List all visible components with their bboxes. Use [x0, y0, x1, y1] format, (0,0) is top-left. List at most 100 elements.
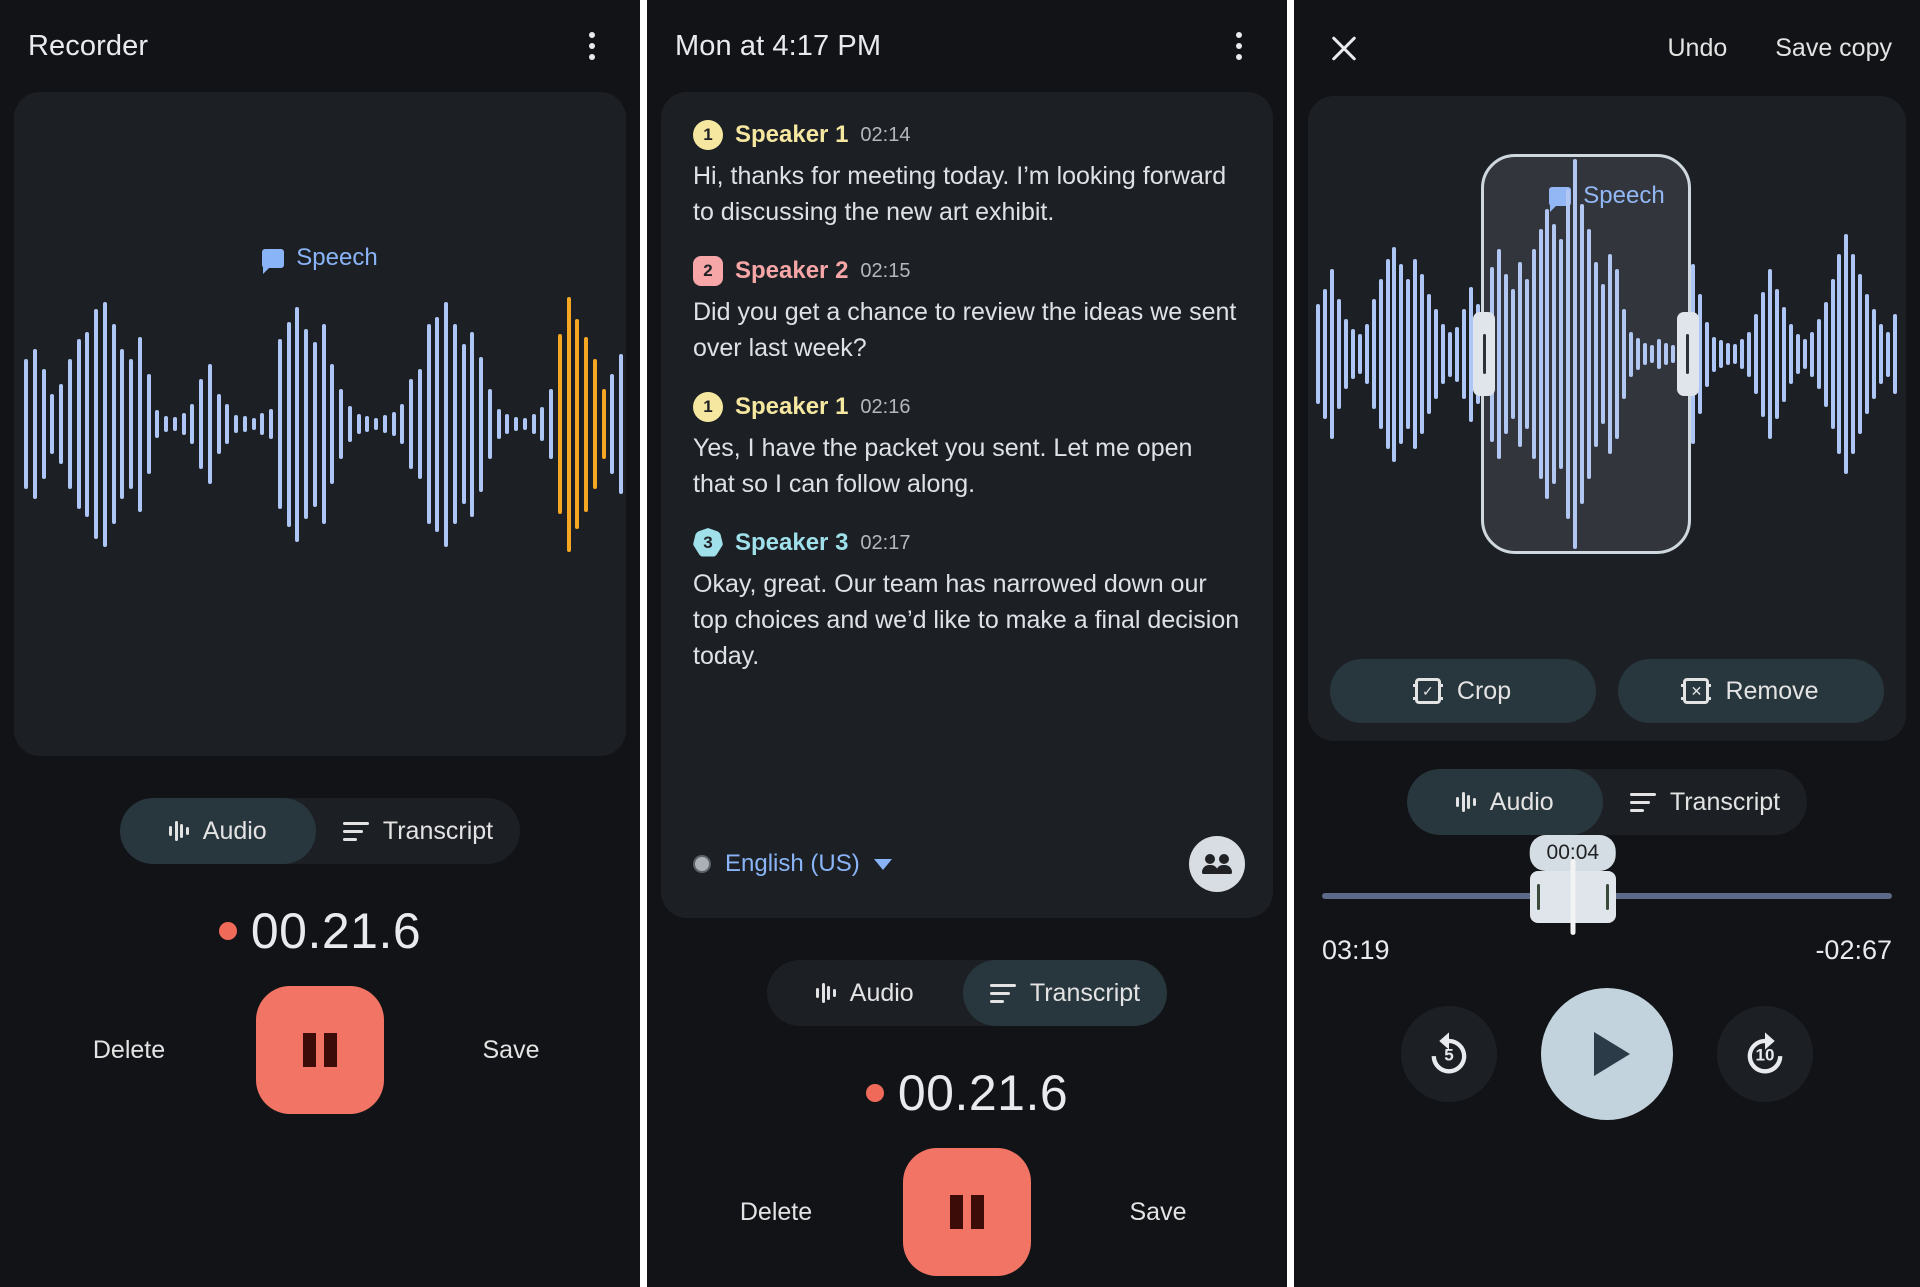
save-button[interactable]: Save — [456, 1036, 566, 1065]
waveform-bar — [514, 417, 518, 431]
waveform-bar — [1406, 279, 1411, 429]
undo-button[interactable]: Undo — [1667, 34, 1727, 63]
replay-5-button[interactable]: 5 — [1401, 1006, 1497, 1102]
waveform-bar — [1343, 319, 1348, 389]
waveform-bar — [234, 415, 238, 433]
tab-transcript[interactable]: Transcript — [963, 960, 1167, 1026]
tab-audio[interactable]: Audio — [120, 798, 316, 864]
waveform-bar — [137, 336, 142, 512]
waveform-bar — [24, 359, 28, 489]
waveform-bar — [32, 349, 37, 499]
waveform-bar — [1872, 309, 1877, 399]
remove-film-icon: ✕ — [1681, 678, 1712, 704]
waveform-bar — [1434, 309, 1439, 399]
waveform-bar — [1893, 314, 1898, 394]
play-icon — [1593, 1032, 1630, 1076]
speaker-badge: 1 — [693, 120, 723, 150]
remove-button[interactable]: ✕ Remove — [1618, 659, 1884, 723]
timer-value: 00.21.6 — [897, 1065, 1069, 1121]
recording-indicator-dot — [218, 922, 237, 940]
waveform-bar — [1802, 339, 1807, 369]
waveform-bar — [584, 336, 588, 512]
tab-audio[interactable]: Audio — [1407, 769, 1603, 835]
waveform-bar — [1844, 234, 1849, 474]
chevron-down-icon[interactable] — [873, 858, 892, 870]
waveform-bar — [1761, 291, 1765, 417]
play-button[interactable] — [1541, 988, 1673, 1120]
waveform-bar — [172, 417, 177, 431]
waveform-bar — [1809, 331, 1814, 377]
editor-waveform-card: Speech ✓ Crop ✕ Remove — [1308, 96, 1906, 741]
timer-value: 00.21.6 — [250, 903, 422, 959]
waveform-bar — [50, 394, 55, 454]
language-selector-label[interactable]: English (US) — [725, 850, 860, 878]
waveform-bar — [1886, 331, 1891, 377]
waveform-bar — [129, 359, 133, 489]
waveform-bar — [470, 331, 475, 517]
tab-audio-label: Audio — [1489, 787, 1554, 816]
delete-button[interactable]: Delete — [74, 1036, 184, 1065]
tab-transcript-label: Transcript — [1029, 978, 1141, 1007]
tab-transcript-label: Transcript — [1669, 787, 1781, 816]
scrubber-playhead[interactable] — [1570, 859, 1576, 935]
crop-selection-region[interactable] — [1473, 154, 1699, 554]
selection-handle-left[interactable] — [1473, 312, 1496, 396]
speaker-name: Speaker 3 — [735, 529, 849, 556]
save-button[interactable]: Save — [1103, 1198, 1213, 1227]
selection-handle-right[interactable] — [1676, 312, 1699, 396]
waveform-bar — [269, 409, 273, 439]
waveform-bar — [575, 319, 580, 529]
delete-button[interactable]: Delete — [721, 1198, 831, 1227]
tab-transcript[interactable]: Transcript — [316, 798, 520, 864]
waveform-bar — [365, 416, 370, 432]
forward-10-button[interactable]: 10 — [1717, 1006, 1813, 1102]
waveform-bar — [67, 359, 72, 489]
three-panel-screenshot: Recorder Speech Audio Transcript 00.21.6… — [0, 0, 1920, 1287]
waveform-bar — [1781, 306, 1786, 402]
speaker-name: Speaker 1 — [735, 393, 849, 420]
transcript-entry[interactable]: 1 Speaker 1 02:14 Hi, thanks for meeting to… — [693, 120, 1241, 230]
crop-button[interactable]: ✓ Crop — [1330, 659, 1596, 723]
crop-film-icon: ✓ — [1412, 678, 1443, 704]
transcript-entry[interactable]: 2 Speaker 2 02:15 Did you get a chance to r… — [693, 256, 1241, 366]
waveform-bar — [1420, 274, 1425, 434]
panel2-top-bar: Mon at 4:17 PM — [647, 0, 1287, 92]
pause-icon-bar — [324, 1033, 337, 1067]
transcript-panel: Mon at 4:17 PM 1 Speaker 1 02:14 Hi, thanks… — [647, 0, 1287, 1287]
waveform-bar — [1462, 309, 1467, 399]
scrubber-grip-right — [1605, 884, 1609, 910]
pause-button[interactable] — [903, 1148, 1031, 1276]
speaker-timestamp: 02:16 — [860, 395, 911, 418]
tab-transcript[interactable]: Transcript — [1603, 769, 1807, 835]
pause-icon-bar — [950, 1195, 963, 1229]
waveform-bar — [339, 389, 343, 459]
waveform-bar — [304, 329, 308, 519]
waveform-bar — [120, 349, 125, 499]
transcript-entry[interactable]: 1 Speaker 1 02:16 Yes, I have the packet yo… — [693, 392, 1241, 502]
transcript-footer: English (US) — [693, 836, 1245, 892]
pause-button[interactable] — [256, 986, 384, 1114]
speaker-name: Speaker 1 — [735, 121, 849, 148]
waveform-bar — [76, 339, 81, 509]
forward-10-label: 10 — [1755, 1045, 1775, 1065]
transcript-entry[interactable]: 3 Speaker 3 02:17 Okay, great. Our team has… — [693, 528, 1241, 674]
waveform-bar — [382, 415, 387, 433]
waveform-bar — [522, 418, 527, 430]
waveform-bar — [374, 418, 378, 430]
waveform-bar — [496, 409, 501, 439]
scrubber[interactable]: 00:04 — [1322, 835, 1892, 935]
elapsed-time: 03:19 — [1322, 935, 1390, 965]
page-title: Recorder — [28, 29, 149, 62]
kebab-menu-icon[interactable] — [572, 26, 612, 66]
waveform-bar — [1455, 326, 1460, 382]
close-x-icon[interactable] — [1322, 26, 1366, 70]
waveform-bar — [155, 410, 160, 438]
speaker-timestamp: 02:14 — [860, 123, 911, 146]
waveform-display[interactable] — [14, 214, 626, 634]
waveform-bar — [461, 344, 466, 504]
tab-audio[interactable]: Audio — [767, 960, 963, 1026]
speaker-labels-button[interactable] — [1189, 836, 1245, 892]
save-copy-button[interactable]: Save copy — [1775, 34, 1892, 63]
kebab-menu-icon[interactable] — [1219, 26, 1259, 66]
edit-action-bar: ✓ Crop ✕ Remove — [1330, 659, 1884, 723]
